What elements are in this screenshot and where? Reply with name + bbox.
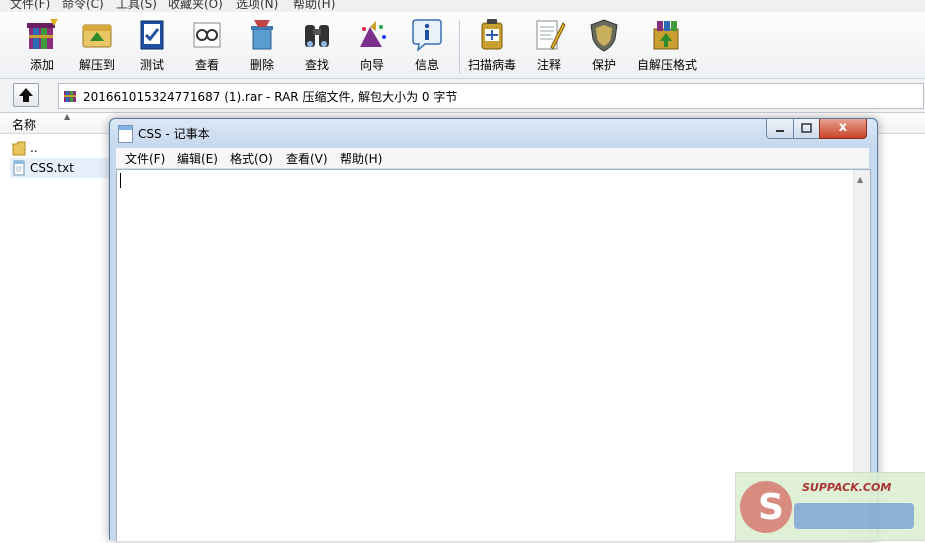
menu-options[interactable]: 选项(N) [236, 0, 278, 12]
protect-icon [590, 19, 618, 52]
notepad-title: CSS - 记事本 [138, 127, 210, 141]
find-label: 查找 [304, 58, 329, 72]
np-menu-view[interactable]: 查看(V) [286, 150, 328, 167]
close-icon: x [838, 120, 848, 135]
np-menu-format[interactable]: 格式(O) [230, 150, 273, 167]
list-item-css-txt[interactable]: CSS.txt [10, 158, 110, 178]
folder-icon [12, 141, 26, 156]
address-bar: 201661015324771687 (1).rar - RAR 压缩文件, 解… [0, 79, 925, 113]
np-menu-edit[interactable]: 编辑(E) [177, 150, 218, 167]
protect-button[interactable]: 保护 [574, 14, 634, 76]
rar-archive-icon [64, 91, 76, 102]
column-name-header[interactable]: 名称 [12, 116, 36, 133]
archive-path-text: 201661015324771687 (1).rar - RAR 压缩文件, 解… [83, 90, 458, 104]
np-menu-file[interactable]: 文件(F) [125, 150, 165, 167]
comment-button[interactable]: 注释 [519, 14, 579, 76]
text-caret [120, 173, 121, 188]
protect-label: 保护 [591, 58, 616, 72]
view-icon [193, 22, 221, 48]
info-label: 信息 [414, 58, 439, 72]
notepad-icon [118, 125, 133, 143]
comment-icon [536, 20, 566, 50]
list-item-name: .. [30, 141, 38, 155]
svg-text:S: S [758, 487, 784, 528]
up-folder-button[interactable] [13, 83, 39, 107]
menu-tools[interactable]: 工具(S) [116, 0, 157, 12]
delete-label: 删除 [249, 58, 274, 72]
menu-help[interactable]: 帮助(H) [293, 0, 335, 12]
view-button[interactable]: 查看 [177, 14, 237, 76]
add-button[interactable]: 添加 [12, 14, 72, 76]
minimize-icon [776, 130, 784, 132]
delete-button[interactable]: 删除 [232, 14, 292, 76]
virus-scan-label: 扫描病毒 [467, 58, 516, 72]
comment-label: 注释 [536, 58, 561, 72]
watermark-logo: S SUPPACK.COM [735, 472, 925, 541]
find-icon [305, 25, 329, 47]
archive-path-field[interactable]: 201661015324771687 (1).rar - RAR 压缩文件, 解… [58, 83, 924, 109]
list-item-name: CSS.txt [30, 161, 74, 175]
delete-icon [251, 20, 273, 50]
wizard-button[interactable]: 向导 [342, 14, 402, 76]
extract-to-button[interactable]: 解压到 [67, 14, 127, 76]
find-button[interactable]: 查找 [287, 14, 347, 76]
maximize-button[interactable] [793, 119, 820, 139]
view-label: 查看 [194, 58, 219, 72]
list-item-parent[interactable]: .. [10, 138, 110, 158]
notepad-menubar: 文件(F) 编辑(E) 格式(O) 查看(V) 帮助(H) [116, 148, 869, 169]
winrar-menubar: 文件(F) 命令(C) 工具(S) 收藏夹(O) 选项(N) 帮助(H) [0, 0, 925, 12]
test-button[interactable]: 测试 [122, 14, 182, 76]
virus-scan-button[interactable]: 扫描病毒 [462, 14, 522, 76]
maximize-icon [801, 123, 812, 133]
watermark-text: SUPPACK.COM [802, 481, 891, 494]
scroll-up-arrow-icon[interactable]: ▲ [857, 175, 863, 184]
sfx-button[interactable]: 自解压格式 [636, 14, 698, 76]
minimize-button[interactable] [766, 119, 794, 139]
sort-ascending-icon: ▲ [64, 112, 71, 121]
info-button[interactable]: 信息 [397, 14, 457, 76]
toolbar-separator [459, 20, 460, 74]
up-arrow-icon [19, 88, 33, 102]
menu-favorites[interactable]: 收藏夹(O) [168, 0, 223, 12]
menu-command[interactable]: 命令(C) [62, 0, 104, 12]
np-menu-help[interactable]: 帮助(H) [340, 150, 382, 167]
extract-to-label: 解压到 [78, 58, 115, 72]
wizard-icon [360, 21, 386, 47]
watermark-logo-image: S SUPPACK.COM [740, 481, 914, 533]
toolbar: 添加 解压到 测试 查看 删除 查找 向导 信息 扫描病毒 注释 保护 自解压格… [0, 12, 925, 79]
text-file-icon [13, 160, 25, 176]
virus-scan-icon [481, 19, 503, 50]
menu-file[interactable]: 文件(F) [10, 0, 50, 12]
add-label: 添加 [29, 58, 54, 72]
extract-to-icon [82, 24, 112, 48]
info-icon [412, 19, 442, 52]
sfx-icon [653, 21, 679, 50]
test-label: 测试 [139, 58, 164, 72]
test-icon [140, 20, 164, 50]
wizard-label: 向导 [359, 58, 384, 72]
close-button[interactable]: x [819, 119, 867, 139]
add-archive-icon [27, 19, 58, 49]
sfx-label: 自解压格式 [636, 58, 697, 72]
notepad-titlebar[interactable]: CSS - 记事本 [110, 119, 877, 147]
